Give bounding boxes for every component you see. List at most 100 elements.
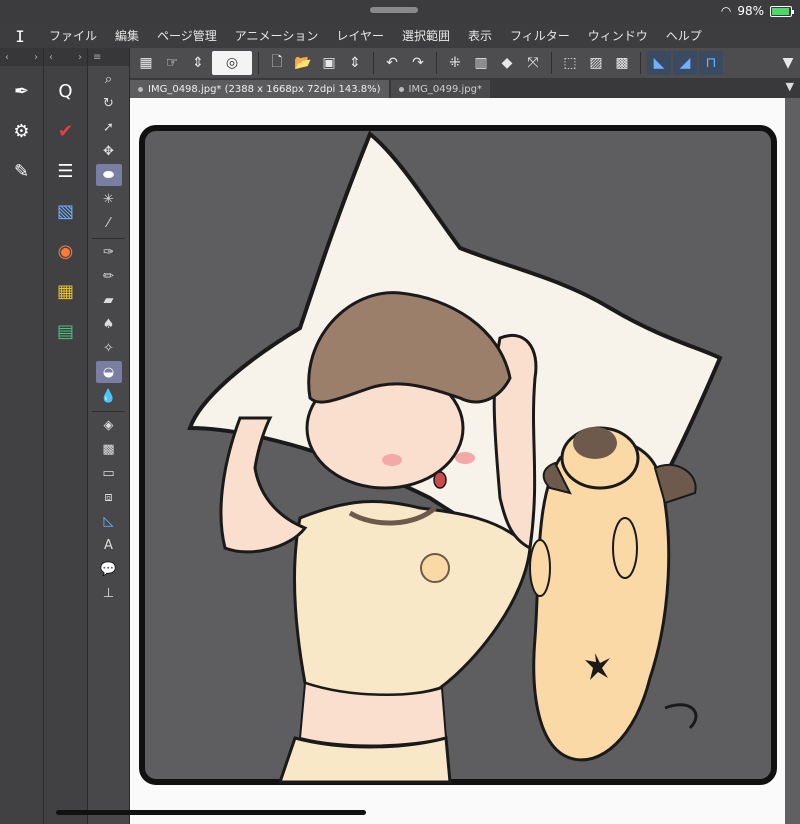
balloon-tool-icon[interactable]: 💬 [96,558,122,580]
redo-icon[interactable]: ↷ [406,51,430,75]
wifi-icon: ◠ [720,4,732,18]
sub-tool-icon[interactable]: ✒ [7,76,37,106]
clear-icon[interactable]: ▥ [469,51,493,75]
fill-icon[interactable]: ◆ [495,51,519,75]
frame-tool-icon[interactable]: ⧈ [96,486,122,508]
grid-icon[interactable]: ▦ [134,51,158,75]
material-icon[interactable]: ▧ [51,196,81,226]
toolbar-divider [640,52,641,74]
correct-line-tool-icon[interactable]: ⊥ [96,582,122,604]
toolbar-menu-icon[interactable]: ▼ [776,51,800,75]
toolbar-divider [258,52,259,74]
chevron-left-icon[interactable]: ‹ [5,52,9,63]
chevron-right-icon[interactable]: › [34,52,38,63]
chevron-left-icon[interactable]: ‹ [49,52,53,63]
menu-window[interactable]: ウィンドウ [579,24,657,48]
tool-panel-head[interactable]: ≡ [88,48,129,66]
snap-ruler-icon[interactable]: ◣ [647,51,671,75]
layer-property-icon[interactable]: ✔ [51,116,81,146]
battery-percent: 98% [737,4,764,18]
pug-paw-left [529,539,551,597]
auto-select-tool-icon[interactable]: ✳ [96,188,122,210]
pen-tool-icon[interactable]: ✑ [96,241,122,263]
tab-menu-icon[interactable]: ▼ [786,80,794,93]
canvas-area[interactable] [130,98,800,824]
toolbar-divider [436,52,437,74]
timeline-icon[interactable]: ▤ [51,316,81,346]
command-bar: ▦ ☞ ⇕ ◎ 🗋 📂 ▣ ⇕ ↶ ↷ ⁜ ▥ ◆ ⤧ ⬚ ▨ ▩ ◣ ◢ ⊓ … [130,48,800,78]
side-panel-1: ‹ › ✒ ⚙ ✎ [0,48,44,824]
battery-icon [770,5,794,17]
open-folder-icon[interactable]: 📂 [291,51,315,75]
menu-filter[interactable]: フィルター [501,24,579,48]
save-icon[interactable]: ▣ [317,51,341,75]
scale-icon[interactable]: ⤧ [521,51,545,75]
close-tab-icon[interactable] [398,86,404,92]
toolbar-divider [551,52,552,74]
updown-icon[interactable]: ⇕ [343,51,367,75]
menu-animation[interactable]: アニメーション [226,24,328,48]
layers-icon[interactable]: ☰ [51,156,81,186]
menu-selection[interactable]: 選択範囲 [393,24,459,48]
multitasking-handle[interactable] [370,7,418,13]
menu-view[interactable]: 表示 [459,24,501,48]
spiral-logo-icon[interactable]: ◎ [212,51,252,75]
tool-property-icon[interactable]: ⚙ [7,116,37,146]
shirt-pug-patch [420,553,450,583]
decoration-tool-icon[interactable]: ✧ [96,337,122,359]
color-wheel-icon[interactable]: ◉ [51,236,81,266]
snap-grid-icon[interactable]: ⊓ [699,51,723,75]
home-indicator[interactable] [56,810,366,815]
menu-edit[interactable]: 編集 [106,24,148,48]
blush-right [455,452,475,464]
selection-launcher-icon[interactable]: ▩ [610,51,634,75]
artwork [139,125,777,785]
brush-size-icon[interactable]: ✎ [7,156,37,186]
operation-tool-icon[interactable]: ➚ [96,116,122,138]
text-tool-icon[interactable]: A [96,534,122,556]
menu-bar: ⵊ ファイル 編集 ページ管理 アニメーション レイヤー 選択範囲 表示 フィル… [0,24,800,48]
new-file-icon[interactable]: 🗋 [265,51,289,75]
brush-tool-icon[interactable]: ▰ [96,289,122,311]
move-layer-tool-icon[interactable]: ✥ [96,140,122,162]
tool-divider [92,411,125,412]
figure-tool-icon[interactable]: ▭ [96,462,122,484]
panel-collapse-1[interactable]: ‹ › [0,48,43,66]
color-set-icon[interactable]: ▦ [51,276,81,306]
eyedropper-tool-icon[interactable]: ⁄ [96,212,122,234]
chevron-right-icon[interactable]: › [78,52,82,63]
airbrush-tool-icon[interactable]: ♠ [96,313,122,335]
panel-menu-icon[interactable]: ≡ [93,52,101,63]
menu-help[interactable]: ヘルプ [657,24,711,48]
tab-img-0498[interactable]: IMG_0498.jpg* (2388 x 1668px 72dpi 143.8… [130,80,389,98]
snap-special-ruler-icon[interactable]: ◢ [673,51,697,75]
navigator-icon[interactable]: Q [51,76,81,106]
pug-paw-right [612,517,638,579]
gradient-tool-icon[interactable]: ▩ [96,438,122,460]
ruler-tool-icon[interactable]: ◺ [96,510,122,532]
panel-collapse-2[interactable]: ‹ › [44,48,87,66]
menu-layer[interactable]: レイヤー [327,24,393,48]
pencil-tool-icon[interactable]: ✏ [96,265,122,287]
menu-page[interactable]: ページ管理 [148,24,226,48]
close-tab-icon[interactable] [138,86,143,92]
pug-snout [573,427,617,459]
undo-icon[interactable]: ↶ [380,51,404,75]
eraser-tool-icon[interactable]: ◒ [95,361,122,383]
selection-tool-icon[interactable]: ⬬ [95,164,122,186]
tab-label: IMG_0499.jpg* [408,83,482,95]
fill-tool-icon[interactable]: ◈ [96,414,122,436]
blend-tool-icon[interactable]: 💧 [96,385,122,407]
menu-file[interactable]: ファイル [40,24,106,48]
app-logo-icon[interactable]: ⵊ [0,27,40,46]
invert-selection-icon[interactable]: ▨ [584,51,608,75]
tab-img-0499[interactable]: IMG_0499.jpg* [390,80,490,98]
deselect-icon[interactable]: ⬚ [558,51,582,75]
status-bar: ◠ 98% [0,0,800,24]
rotate-tool-icon[interactable]: ↻ [96,92,122,114]
updown-icon[interactable]: ⇕ [186,51,210,75]
tool-divider [92,238,125,239]
transform-icon[interactable]: ⁜ [443,51,467,75]
touch-gesture-icon[interactable]: ☞ [160,51,184,75]
zoom-tool-icon[interactable]: ⌕ [96,68,122,90]
